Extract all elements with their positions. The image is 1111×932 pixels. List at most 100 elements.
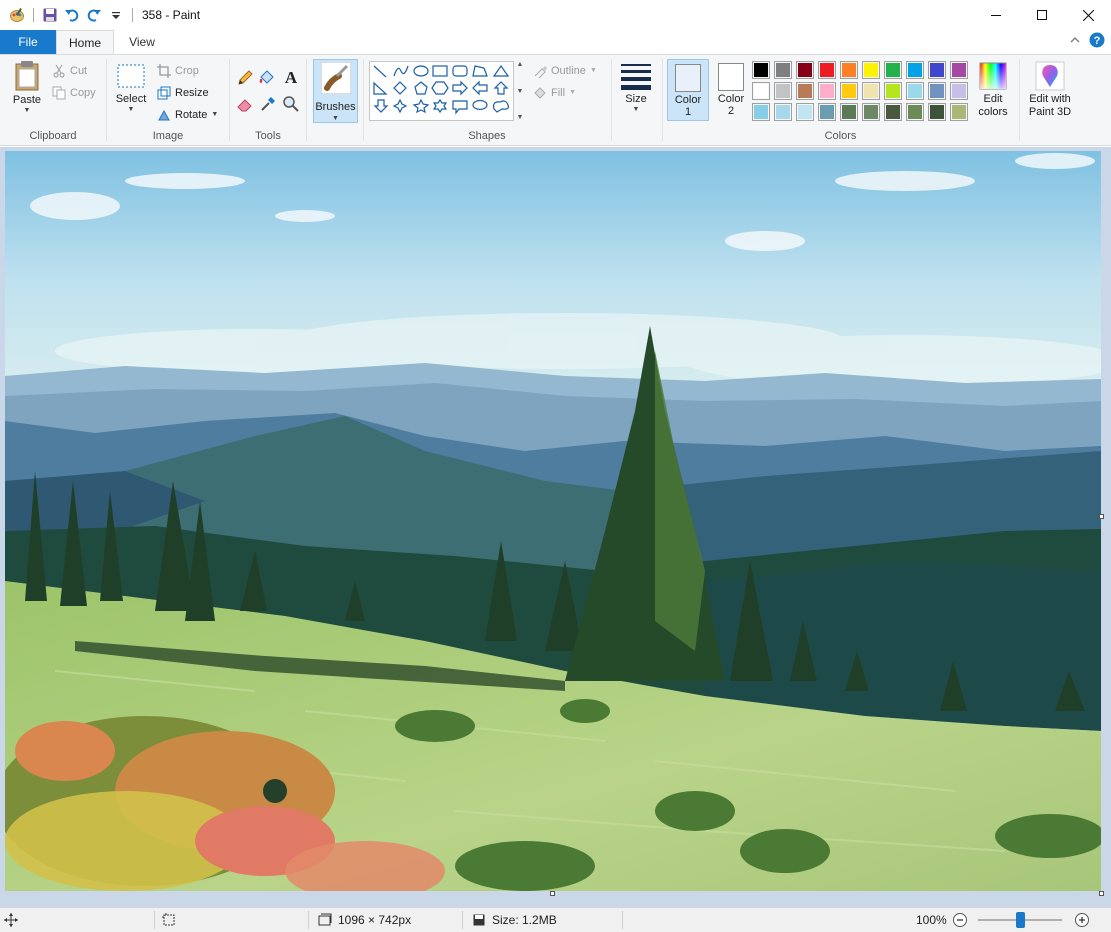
palette-swatch[interactable] (884, 61, 902, 79)
color-picker-icon[interactable] (259, 95, 277, 116)
zoom-slider-thumb[interactable] (1016, 912, 1025, 928)
select-dropdown-icon[interactable]: ▼ (128, 106, 135, 114)
crop-icon (157, 64, 171, 78)
color2-selector[interactable]: Color 2 (710, 59, 752, 121)
palette-swatch[interactable] (840, 61, 858, 79)
palette-swatch[interactable] (884, 103, 902, 121)
customize-qat-icon[interactable] (105, 4, 127, 26)
palette-swatch[interactable] (862, 82, 880, 100)
palette-swatch[interactable] (774, 61, 792, 79)
undo-icon[interactable] (61, 4, 83, 26)
palette-swatch[interactable] (906, 103, 924, 121)
qat-separator (132, 8, 133, 22)
minimize-icon[interactable] (973, 0, 1019, 30)
rotate-icon (158, 109, 170, 121)
canvas-resize-handle-bottom[interactable] (550, 891, 555, 896)
help-icon[interactable]: ? (1089, 32, 1105, 51)
tab-file[interactable]: File (0, 30, 56, 54)
paint-app-icon[interactable] (6, 4, 28, 26)
edit-colors-icon (979, 62, 1007, 90)
maximize-icon[interactable] (1019, 0, 1065, 30)
size-button[interactable]: Size ▼ (617, 61, 655, 114)
canvas-resize-handle-right[interactable] (1099, 514, 1104, 519)
shapes-scroll-down-icon[interactable]: ▼ (517, 88, 524, 95)
palette-swatch[interactable] (928, 61, 946, 79)
palette-swatch[interactable] (752, 61, 770, 79)
brushes-button[interactable]: Brushes ▼ (313, 59, 358, 123)
group-label-shapes: Shapes (468, 130, 506, 142)
text-icon[interactable]: A (282, 67, 300, 90)
palette-swatch[interactable] (906, 61, 924, 79)
canvas-resize-handle-corner[interactable] (1099, 891, 1104, 896)
palette-swatch[interactable] (840, 82, 858, 100)
outline-button[interactable]: Outline ▼ (533, 61, 597, 81)
fill-button[interactable]: Fill ▼ (533, 83, 576, 103)
magnifier-icon[interactable] (282, 95, 300, 116)
palette-swatch[interactable] (796, 61, 814, 79)
palette-swatch[interactable] (884, 82, 902, 100)
palette-swatch[interactable] (950, 61, 968, 79)
palette-swatch[interactable] (906, 82, 924, 100)
palette-swatch[interactable] (840, 103, 858, 121)
copy-button[interactable]: Copy (52, 83, 96, 103)
palette-swatch[interactable] (796, 103, 814, 121)
resize-button[interactable]: Resize (157, 83, 209, 103)
outline-icon (534, 66, 547, 78)
svg-text:A: A (285, 68, 298, 87)
status-separator (462, 911, 463, 929)
palette-swatch[interactable] (950, 103, 968, 121)
group-label-image: Image (152, 130, 184, 142)
close-icon[interactable] (1065, 0, 1111, 30)
palette-swatch[interactable] (950, 82, 968, 100)
status-separator (308, 911, 309, 929)
palette-swatch[interactable] (862, 103, 880, 121)
rotate-dropdown-icon[interactable]: ▼ (211, 111, 218, 119)
edit-colors-button[interactable]: Edit colors (973, 61, 1013, 119)
size-dropdown-icon[interactable]: ▼ (633, 106, 640, 114)
cursor-position (4, 908, 18, 932)
zoom-in-icon[interactable] (1074, 912, 1090, 931)
color2-swatch (718, 63, 744, 91)
shapes-more-icon[interactable]: ▼ (517, 114, 524, 121)
palette-swatch[interactable] (818, 103, 836, 121)
select-icon (117, 64, 145, 88)
cut-button[interactable]: Cut (52, 61, 87, 81)
palette-swatch[interactable] (752, 82, 770, 100)
palette-swatch[interactable] (928, 103, 946, 121)
palette-swatch[interactable] (818, 82, 836, 100)
canvas-workspace[interactable] (0, 147, 1111, 907)
palette-swatch[interactable] (818, 61, 836, 79)
tab-view[interactable]: View (114, 30, 170, 54)
ribbon-tabs: File Home View ? (0, 30, 1111, 55)
ribbon-separator (306, 59, 307, 141)
save-icon[interactable] (39, 4, 61, 26)
shapes-scrollbar[interactable]: ▲ ▼ ▼ (514, 61, 526, 121)
paste-button[interactable]: Paste ▼ (8, 60, 46, 115)
palette-swatch[interactable] (862, 61, 880, 79)
color1-selector[interactable]: Color 1 (667, 59, 709, 121)
fill-bucket-icon[interactable] (258, 69, 276, 90)
shapes-scroll-up-icon[interactable]: ▲ (517, 61, 524, 68)
palette-swatch[interactable] (774, 103, 792, 121)
edit-with-paint3d-button[interactable]: Edit with Paint 3D (1022, 61, 1078, 119)
zoom-out-icon[interactable] (952, 912, 968, 931)
eraser-icon[interactable] (236, 95, 254, 116)
brushes-dropdown-icon[interactable]: ▼ (314, 115, 357, 123)
ribbon-separator (662, 59, 663, 141)
paste-dropdown-icon[interactable]: ▼ (24, 107, 31, 115)
select-button[interactable]: Select ▼ (113, 63, 149, 114)
palette-swatch[interactable] (796, 82, 814, 100)
collapse-ribbon-icon[interactable] (1069, 34, 1081, 49)
palette-swatch[interactable] (928, 82, 946, 100)
pencil-icon[interactable] (236, 69, 254, 90)
palette-swatch[interactable] (774, 82, 792, 100)
group-label-clipboard: Clipboard (29, 130, 77, 142)
ribbon-separator (363, 59, 364, 141)
brushes-label: Brushes (315, 101, 356, 113)
crop-button[interactable]: Crop (157, 61, 199, 81)
redo-icon[interactable] (83, 4, 105, 26)
tab-home[interactable]: Home (56, 30, 114, 55)
drawing-canvas[interactable] (5, 151, 1101, 891)
rotate-button[interactable]: Rotate ▼ (157, 105, 218, 125)
palette-swatch[interactable] (752, 103, 770, 121)
